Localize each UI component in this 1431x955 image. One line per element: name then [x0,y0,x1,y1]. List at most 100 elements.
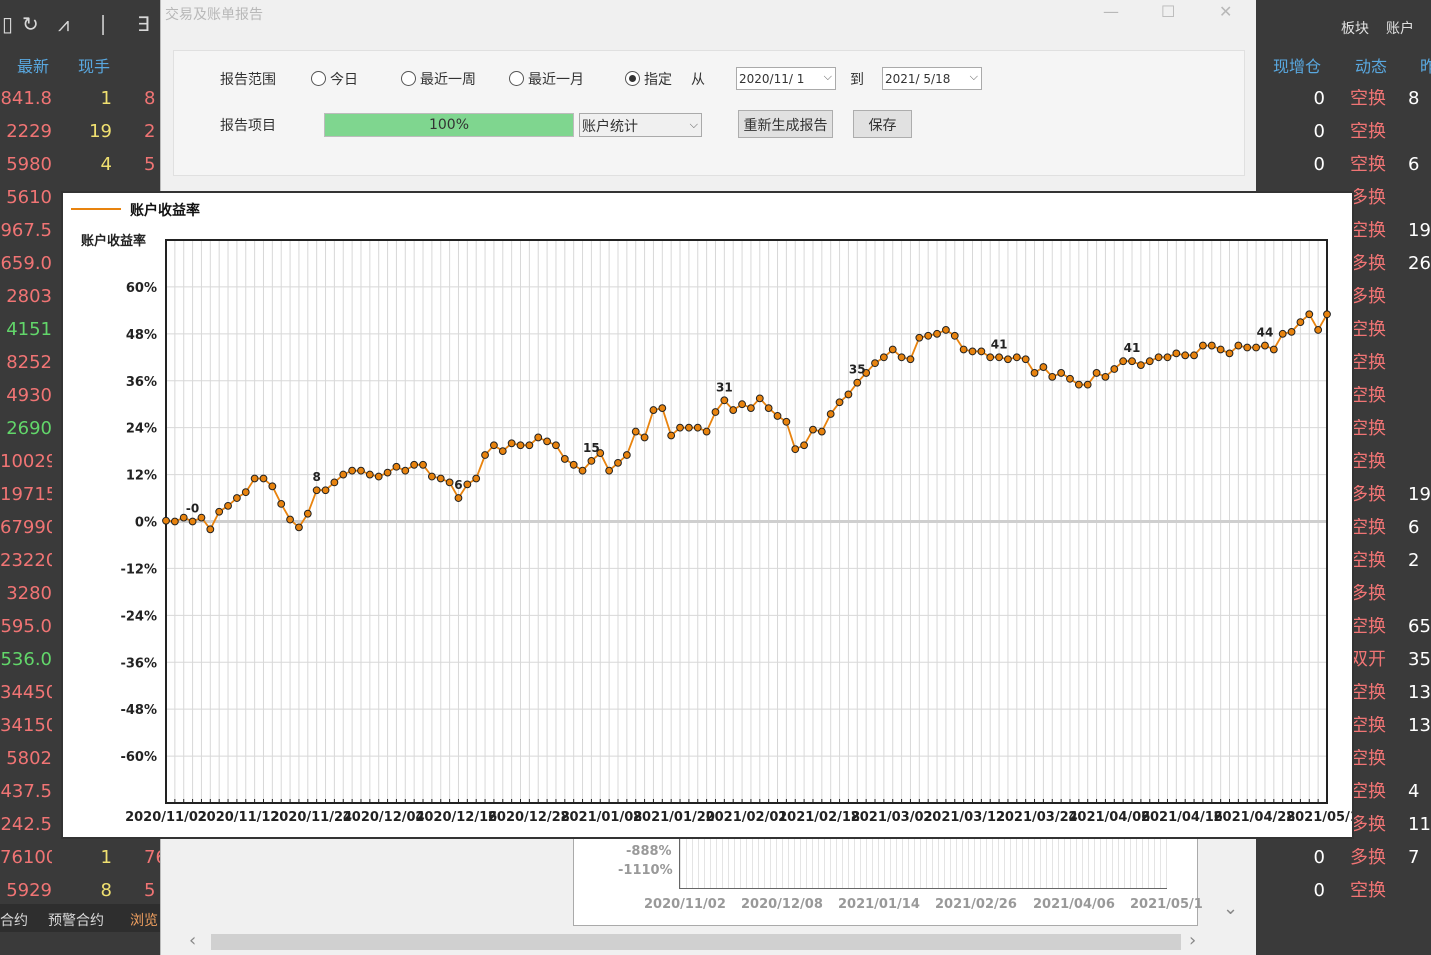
quote-dynamic: 空换 [1350,122,1386,142]
scroll-left-icon[interactable]: ‹ [189,930,196,951]
data-point [1119,357,1128,366]
quote-price: 34150 [0,716,52,736]
radio-custom[interactable] [625,71,640,86]
radio-month[interactable] [509,71,524,86]
data-point [295,523,303,532]
column-header-latest[interactable]: 最新 [17,53,49,77]
radio-week-label[interactable]: 最近一周 [420,69,476,89]
column-header-volume[interactable]: 现手 [78,53,110,77]
quote-dynamic: 空换 [1350,881,1386,901]
quote-price: 5802 [6,749,52,769]
quote-price: 2229 [6,122,52,142]
scroll-down-icon[interactable]: ⌄ [1223,898,1238,919]
data-point [924,331,933,340]
to-date-picker[interactable]: 2021/ 5/18 ⌵ [882,67,982,90]
x-tick-label: 2021/02/18 [778,810,860,825]
quote-price: 4930 [6,386,52,406]
data-point [490,441,498,450]
data-point [419,460,427,469]
data-point [1083,380,1092,389]
data-point [286,515,294,524]
y-tick-label: 12% [126,469,157,484]
quote-tail: 4 [1408,782,1420,802]
column-header-dynamic[interactable]: 动态 [1355,53,1387,77]
quote-price: 5980 [6,155,52,175]
data-point [747,404,755,413]
horizontal-scrollbar[interactable]: ‹ › [173,930,1203,952]
tab-contracts[interactable]: 合约 [0,910,28,930]
quote-price: 10029 [0,452,52,472]
data-point [481,451,489,459]
data-point [1066,374,1074,383]
quote-price: 841.8 [0,89,52,109]
quote-extra: 8 [144,89,156,109]
data-point [339,470,348,479]
quote-oi-change: 0 [1313,848,1325,868]
tab-browse[interactable]: 浏览 [130,910,158,930]
quote-oi-change: 0 [1313,155,1325,175]
data-point [383,468,392,477]
return-chart-window: 账户收益率 账户收益率 60% 48% 36% 24% 12% 0% -12% -24% -36%… [61,191,1354,839]
link-account[interactable]: 账户 [1386,18,1414,38]
data-point [543,437,551,446]
file-icon[interactable]: ▯ [2,14,13,34]
radio-custom-label[interactable]: 指定 [644,69,672,89]
tab-alert-contracts[interactable]: 预警合约 [48,910,104,930]
quote-dynamic: 空换 [1350,683,1386,703]
data-point [1092,369,1101,377]
y-tick-label: -24% [120,609,157,624]
dialog-title: 交易及账单报告 [165,7,263,23]
data-point [631,427,640,436]
data-point [915,333,924,342]
quote-extra: 76 [144,848,160,868]
quote-price: 19715 [0,485,52,505]
data-point [1101,372,1110,381]
x-tick-label: 2020/11/24 [270,810,352,825]
chart-icon[interactable]: ⩘ [58,14,69,34]
scroll-right-icon[interactable]: › [1189,930,1196,951]
minimize-icon[interactable]: — [1103,2,1119,21]
maximize-icon[interactable]: ☐ [1161,2,1175,21]
data-label: -0 [186,502,199,516]
radio-month-label[interactable]: 最近一月 [528,69,584,89]
quote-tail: 7 [1408,848,1420,868]
return-chart: 账户收益率 60% 48% 36% 24% 12% 0% -12% -24% -36% -48% -6… [81,193,1352,825]
y-tick-label: 0% [135,516,157,531]
x-tick-label: 2020/12/16 [415,810,497,825]
data-point [1296,318,1305,327]
close-icon[interactable]: ✕ [1219,2,1232,21]
quote-price: 5929 [6,881,52,901]
quote-price: 34450 [0,683,52,703]
scrollbar-thumb[interactable] [211,934,1181,950]
column-header-oi-change[interactable]: 现增仓 [1273,53,1321,77]
menu-icon[interactable]: ∃ [137,14,150,34]
quote-dynamic: 空换 [1350,452,1386,472]
regenerate-report-button[interactable]: 重新生成报告 [738,110,833,138]
data-point [1074,380,1083,389]
radio-today[interactable] [311,71,326,86]
radio-week[interactable] [401,71,416,86]
data-point [330,478,339,487]
save-button[interactable]: 保存 [853,110,912,138]
data-point [321,486,330,495]
y-tick-label: -48% [120,703,157,718]
lower-x-tick: 2021/04/06 [1033,897,1115,912]
quote-price: 23220 [0,551,52,571]
data-point [1207,341,1216,350]
quote-dynamic: 空换 [1350,617,1386,637]
quote-dynamic: 多换 [1350,584,1386,604]
data-point [534,433,543,442]
range-label: 报告范围 [220,72,276,88]
link-sector[interactable]: 板块 [1341,18,1369,38]
x-tick-label: 2020/12/28 [488,810,570,825]
quote-price: 595.0 [0,617,52,637]
from-date-picker[interactable]: 2020/11/ 1 ⌵ [736,67,836,90]
x-tick-label: 2020/12/04 [343,810,425,825]
report-item-select[interactable]: 账户统计 ⌵ [579,113,702,137]
refresh-icon[interactable]: ↻ [22,14,39,34]
data-point [977,347,986,356]
data-label: 41 [991,337,1008,351]
cursor-icon[interactable]: ⎸ [102,14,122,34]
data-label: 8 [312,470,320,484]
radio-today-label[interactable]: 今日 [330,69,358,89]
